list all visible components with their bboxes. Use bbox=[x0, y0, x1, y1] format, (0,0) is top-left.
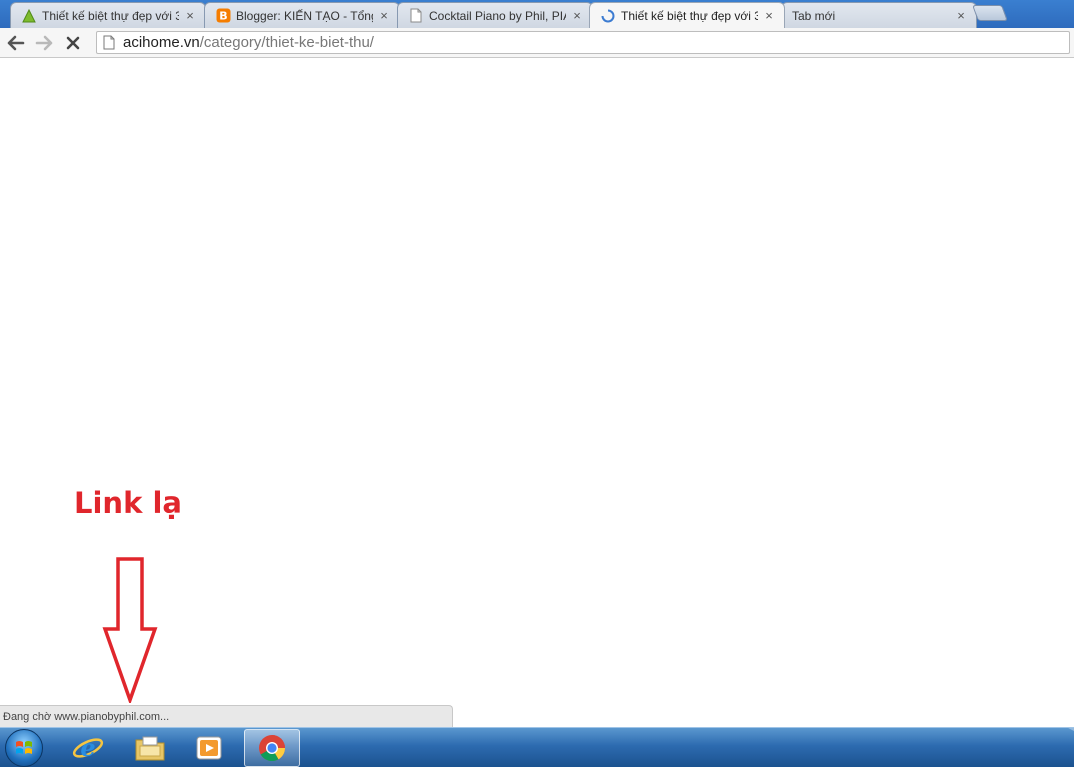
url-host: acihome.vn bbox=[123, 34, 200, 51]
tab-2-title: Blogger: KIẾN TẠO - Tổng bbox=[236, 8, 373, 23]
chrome-icon[interactable] bbox=[244, 729, 300, 767]
toolbar: acihome.vn/category/thiet-ke-biet-thu/ bbox=[0, 28, 1074, 58]
start-orb[interactable] bbox=[5, 729, 43, 767]
page-favicon-icon bbox=[408, 8, 424, 24]
stop-x-icon bbox=[66, 36, 80, 50]
tab-3[interactable]: Cocktail Piano by Phil, PIA × bbox=[397, 2, 593, 28]
annotation-label: Link lạ bbox=[74, 486, 182, 520]
tab-3-title: Cocktail Piano by Phil, PIA bbox=[429, 8, 566, 23]
green-triangle-favicon-icon bbox=[21, 8, 37, 24]
tab-1-title: Thiết kế biệt thự đẹp với 3 bbox=[42, 8, 179, 23]
tab-2[interactable]: B Blogger: KIẾN TẠO - Tổng × bbox=[204, 2, 400, 28]
new-tab-button[interactable] bbox=[972, 5, 1008, 21]
tab-5[interactable]: Tab mới × bbox=[781, 2, 977, 28]
address-bar[interactable]: acihome.vn/category/thiet-ke-biet-thu/ bbox=[96, 31, 1070, 54]
back-arrow-icon bbox=[7, 35, 25, 51]
url-path: /category/thiet-ke-biet-thu/ bbox=[199, 34, 374, 51]
loading-spinner-icon bbox=[600, 8, 616, 24]
tab-5-close-icon[interactable]: × bbox=[954, 8, 968, 23]
windows-taskbar: e bbox=[0, 727, 1074, 767]
tab-1[interactable]: Thiết kế biệt thự đẹp với 3 × bbox=[10, 2, 206, 28]
media-player-icon[interactable] bbox=[181, 729, 237, 767]
blogger-favicon-icon: B bbox=[215, 8, 231, 24]
tab-4-active[interactable]: Thiết kế biệt thự đẹp với 3 × bbox=[589, 2, 785, 28]
page-viewport bbox=[0, 58, 1074, 727]
stop-button[interactable] bbox=[62, 32, 84, 54]
file-explorer-icon[interactable] bbox=[122, 729, 178, 767]
tab-4-title: Thiết kế biệt thự đẹp với 3 bbox=[621, 8, 758, 23]
svg-text:B: B bbox=[219, 10, 227, 23]
status-bubble: Đang chờ www.pianobyphil.com... bbox=[0, 705, 453, 727]
windows-logo-icon bbox=[16, 741, 32, 754]
tab-5-title: Tab mới bbox=[792, 8, 836, 23]
down-arrow-annotation-icon bbox=[102, 557, 158, 703]
back-button[interactable] bbox=[5, 32, 27, 54]
svg-text:e: e bbox=[80, 733, 95, 762]
tab-2-close-icon[interactable]: × bbox=[377, 8, 391, 23]
tab-strip: Thiết kế biệt thự đẹp với 3 × B Blogger:… bbox=[0, 0, 1074, 28]
forward-arrow-icon bbox=[35, 35, 53, 51]
internet-explorer-icon[interactable]: e bbox=[60, 729, 116, 767]
forward-button[interactable] bbox=[33, 32, 55, 54]
tab-4-close-icon[interactable]: × bbox=[762, 8, 776, 23]
tab-1-close-icon[interactable]: × bbox=[183, 8, 197, 23]
page-icon bbox=[101, 35, 117, 51]
tab-3-close-icon[interactable]: × bbox=[570, 8, 584, 23]
